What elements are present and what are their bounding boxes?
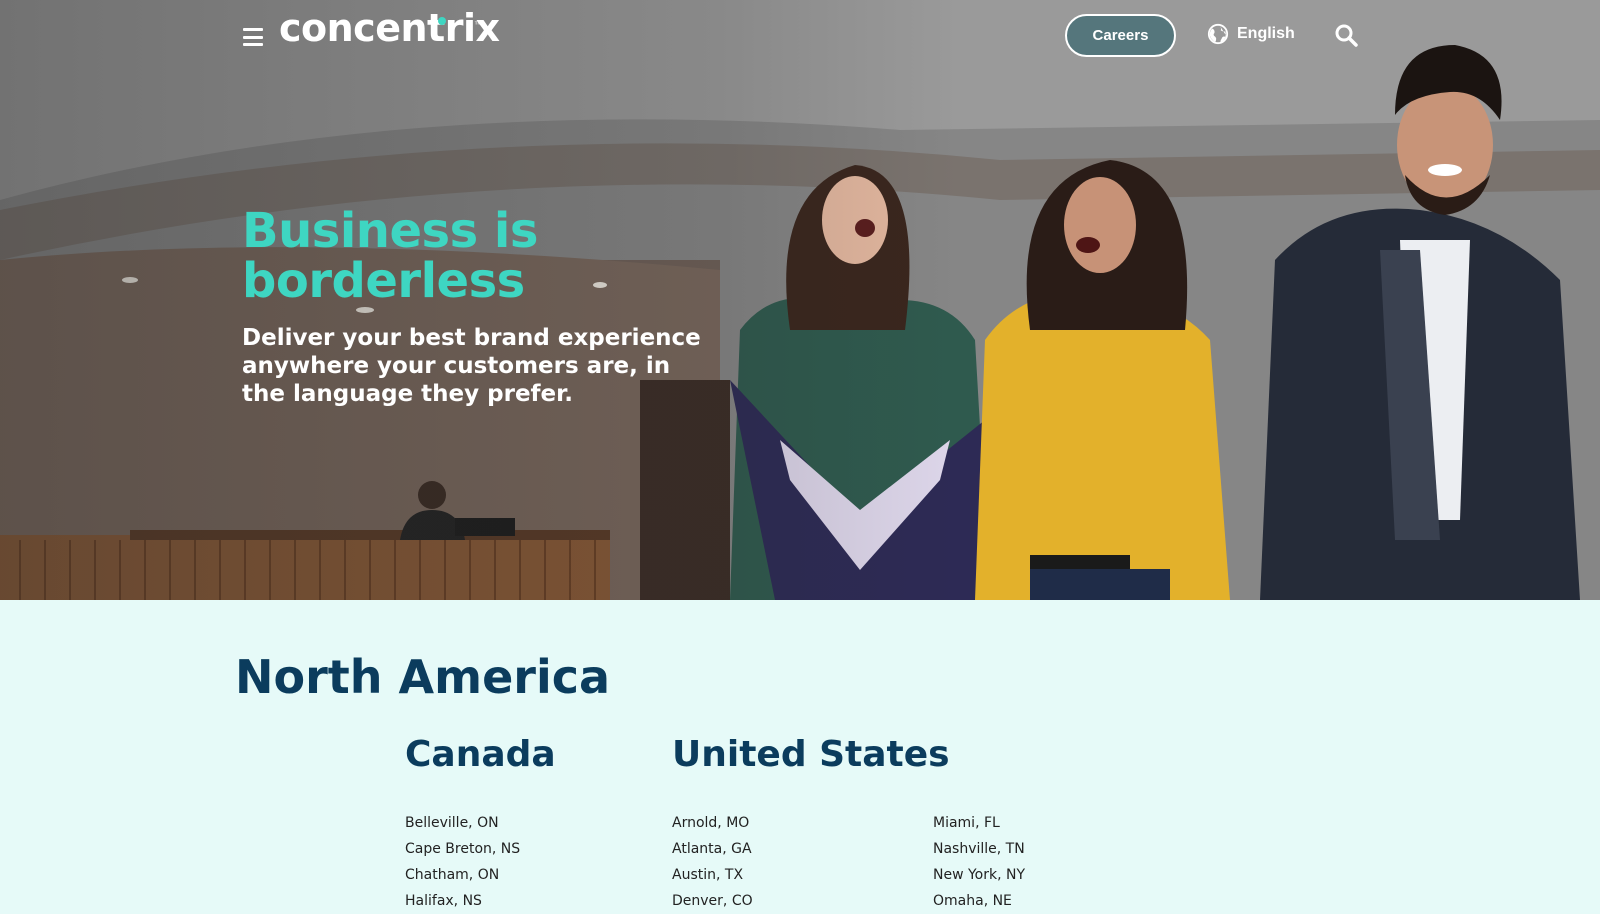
city-link[interactable]: Omaha, NE bbox=[933, 888, 1025, 914]
city-link[interactable]: Denver, CO bbox=[672, 888, 753, 914]
city-link[interactable]: Arnold, MO bbox=[672, 810, 753, 836]
logo-accent-dot bbox=[438, 17, 446, 25]
language-label: English bbox=[1237, 25, 1295, 42]
city-link[interactable]: Halifax, NS bbox=[405, 888, 520, 914]
city-link[interactable]: Chatham, ON bbox=[405, 862, 520, 888]
city-link[interactable]: Atlanta, GA bbox=[672, 836, 753, 862]
city-link[interactable]: New York, NY bbox=[933, 862, 1025, 888]
hero-subtitle: Deliver your best brand experience anywh… bbox=[242, 325, 701, 407]
concentrix-logo[interactable]: concentrix bbox=[279, 6, 500, 50]
hero-banner: concentrix ™ Careers English Business is… bbox=[0, 0, 1600, 600]
country-title-united-states: United States bbox=[672, 734, 950, 775]
city-link[interactable]: Nashville, TN bbox=[933, 836, 1025, 862]
region-title: North America bbox=[235, 650, 611, 704]
city-link[interactable]: Miami, FL bbox=[933, 810, 1025, 836]
country-title-canada: Canada bbox=[405, 734, 556, 775]
globe-icon bbox=[1207, 23, 1229, 45]
city-link[interactable]: Belleville, ON bbox=[405, 810, 520, 836]
logo-trademark: ™ bbox=[474, 20, 482, 29]
hero-title: Business is borderless bbox=[242, 203, 538, 309]
hero-overlay bbox=[0, 0, 1600, 600]
city-link[interactable]: Austin, TX bbox=[672, 862, 753, 888]
language-selector[interactable]: English bbox=[1207, 22, 1295, 46]
search-icon[interactable] bbox=[1334, 23, 1358, 47]
city-link[interactable]: Cape Breton, NS bbox=[405, 836, 520, 862]
us-city-list-column-2: Miami, FL Nashville, TN New York, NY Oma… bbox=[933, 810, 1025, 914]
careers-button[interactable]: Careers bbox=[1065, 14, 1176, 57]
us-city-list-column-1: Arnold, MO Atlanta, GA Austin, TX Denver… bbox=[672, 810, 753, 914]
hamburger-menu-icon[interactable] bbox=[243, 28, 263, 46]
canada-city-list: Belleville, ON Cape Breton, NS Chatham, … bbox=[405, 810, 520, 914]
